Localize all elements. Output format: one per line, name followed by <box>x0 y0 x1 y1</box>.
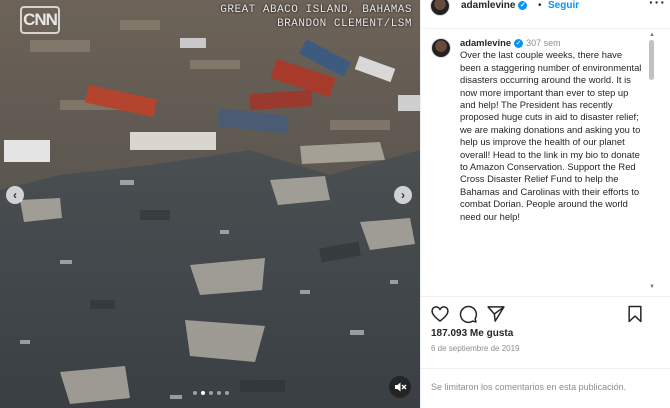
mute-button[interactable] <box>389 376 411 398</box>
carousel-dot <box>225 391 229 395</box>
divider <box>421 296 670 297</box>
comments-scrollbar[interactable]: ▲ ▼ <box>647 30 657 294</box>
post-date[interactable]: 6 de septiembre de 2019 <box>431 344 520 353</box>
scroll-up-icon[interactable]: ▲ <box>649 32 655 38</box>
like-count[interactable]: 187.093 Me gusta <box>431 328 513 339</box>
divider <box>421 28 670 29</box>
comment-icon[interactable] <box>458 304 478 324</box>
share-icon[interactable] <box>486 304 506 324</box>
verified-icon: ✓ <box>514 39 524 49</box>
mute-icon <box>395 382 407 392</box>
carousel-next-button[interactable]: › <box>394 186 412 204</box>
carousel-dot <box>193 391 197 395</box>
heart-icon[interactable] <box>430 304 450 324</box>
follow-button[interactable]: Seguir <box>548 0 579 11</box>
chevron-right-icon: › <box>401 188 405 202</box>
cnn-logo: CNN <box>20 6 60 34</box>
caption-comment: adamlevine ✓ 307 sem Over the last couple … <box>421 30 647 294</box>
more-options-icon[interactable]: ··· <box>649 0 666 10</box>
comments-disabled-notice: Se limitaron los comentarios en esta pub… <box>431 382 627 392</box>
username-link[interactable]: adamlevine <box>461 0 515 11</box>
verified-icon: ✓ <box>518 0 528 10</box>
caption-username[interactable]: adamlevine <box>460 37 511 48</box>
separator-dot: • <box>538 0 542 11</box>
divider <box>421 368 670 369</box>
post-side-panel: adamlevine ✓ • Seguir ··· adamlevine ✓ 307 … <box>420 0 670 408</box>
caption-time[interactable]: 307 sem <box>526 38 561 48</box>
avatar[interactable] <box>431 38 451 58</box>
media-caption-credit: BRANDON CLEMENT/LSM <box>277 18 412 30</box>
carousel-dot <box>217 391 221 395</box>
flood-debris-image <box>0 0 420 408</box>
scroll-down-icon[interactable]: ▼ <box>649 284 655 290</box>
carousel-dot <box>209 391 213 395</box>
caption-body: adamlevine ✓ 307 sem Over the last couple … <box>460 37 642 223</box>
post-media[interactable]: CNN GREAT ABACO ISLAND, BAHAMAS BRANDON … <box>0 0 420 408</box>
avatar[interactable] <box>430 0 450 16</box>
carousel-indicator <box>193 391 229 395</box>
media-caption: GREAT ABACO ISLAND, BAHAMAS BRANDON CLEM… <box>220 3 412 31</box>
header-username[interactable]: adamlevine ✓ <box>461 0 528 11</box>
chevron-left-icon: ‹ <box>13 188 17 202</box>
post-header: adamlevine ✓ • Seguir ··· <box>421 0 670 28</box>
scrollbar-thumb[interactable] <box>649 40 654 80</box>
caption-text: Over the last couple weeks, there have b… <box>460 49 642 222</box>
carousel-prev-button[interactable]: ‹ <box>6 186 24 204</box>
post-actions <box>421 300 670 326</box>
carousel-dot-active <box>201 391 205 395</box>
media-caption-location: GREAT ABACO ISLAND, BAHAMAS <box>220 4 412 16</box>
bookmark-icon[interactable] <box>625 304 645 324</box>
